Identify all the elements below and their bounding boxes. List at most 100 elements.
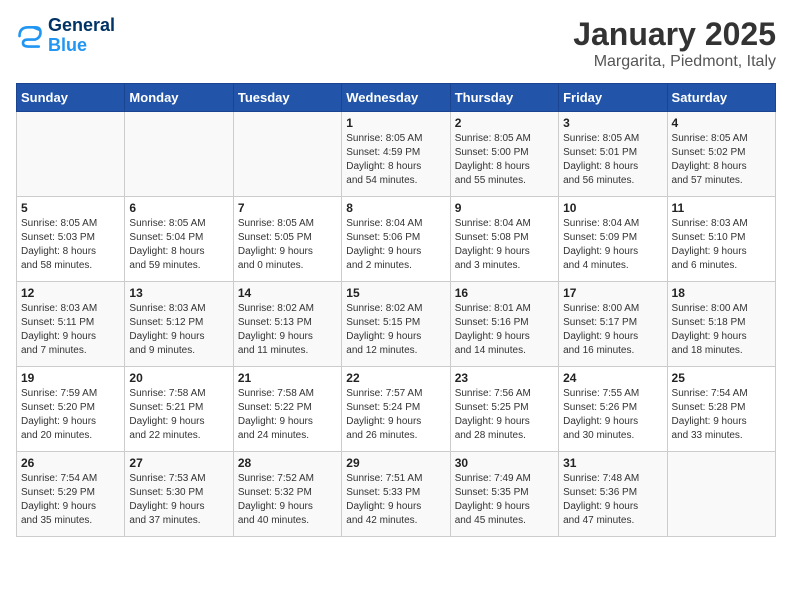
day-number: 13 (129, 286, 228, 300)
calendar-cell: 30Sunrise: 7:49 AM Sunset: 5:35 PM Dayli… (450, 452, 558, 537)
day-info: Sunrise: 7:56 AM Sunset: 5:25 PM Dayligh… (455, 387, 554, 443)
day-info: Sunrise: 8:03 AM Sunset: 5:10 PM Dayligh… (672, 217, 771, 273)
day-number: 23 (455, 371, 554, 385)
day-number: 12 (21, 286, 120, 300)
day-info: Sunrise: 8:04 AM Sunset: 5:08 PM Dayligh… (455, 217, 554, 273)
day-info: Sunrise: 8:03 AM Sunset: 5:11 PM Dayligh… (21, 302, 120, 358)
calendar-cell: 16 Sunrise: 8:01 AM Sunset: 5:16 PM Dayli… (450, 282, 558, 367)
day-info: Sunrise: 7:58 AM Sunset: 5:22 PM Dayligh… (238, 387, 337, 443)
day-info: Sunrise: 7:52 AM Sunset: 5:32 PM Dayligh… (238, 472, 337, 528)
day-number: 29 (346, 456, 445, 470)
day-info: Sunrise: 7:49 AM Sunset: 5:35 PM Dayligh… (455, 472, 554, 528)
calendar-cell: 31 Sunrise: 7:48 AM Sunset: 5:36 PM Dayli… (559, 452, 667, 537)
day-info: Sunrise: 8:00 AM Sunset: 5:18 PM Dayligh… (672, 302, 771, 358)
day-info: Sunrise: 8:05 AM Sunset: 5:01 PM Dayligh… (563, 132, 662, 188)
day-info: Sunrise: 7:48 AM Sunset: 5:36 PM Dayligh… (563, 472, 662, 528)
day-number: 28 (238, 456, 337, 470)
day-number: 21 (238, 371, 337, 385)
day-info: Sunrise: 8:01 AM Sunset: 5:16 PM Dayligh… (455, 302, 554, 358)
day-info: Sunrise: 8:05 AM Sunset: 5:00 PM Dayligh… (455, 132, 554, 188)
day-info: Sunrise: 8:04 AM Sunset: 5:06 PM Dayligh… (346, 217, 445, 273)
day-info: Sunrise: 7:57 AM Sunset: 5:24 PM Dayligh… (346, 387, 445, 443)
calendar-cell: 27 Sunrise: 7:53 AM Sunset: 5:30 PM Dayli… (125, 452, 233, 537)
page-title: January 2025 (573, 16, 776, 53)
day-info: Sunrise: 8:05 AM Sunset: 5:05 PM Dayligh… (238, 217, 337, 273)
page-subtitle: Margarita, Piedmont, Italy (573, 53, 776, 71)
calendar-cell: 21 Sunrise: 7:58 AM Sunset: 5:22 PM Dayli… (233, 367, 341, 452)
calendar-cell: 22 Sunrise: 7:57 AM Sunset: 5:24 PM Dayli… (342, 367, 450, 452)
calendar-week-row: 26Sunrise: 7:54 AM Sunset: 5:29 PM Dayli… (17, 452, 776, 537)
calendar-cell: 7Sunrise: 8:05 AM Sunset: 5:05 PM Daylig… (233, 197, 341, 282)
day-number: 11 (672, 201, 771, 215)
calendar-cell: 11 Sunrise: 8:03 AM Sunset: 5:10 PM Dayli… (667, 197, 775, 282)
logo-icon (16, 22, 44, 50)
calendar-cell: 17Sunrise: 8:00 AM Sunset: 5:17 PM Dayli… (559, 282, 667, 367)
logo: General Blue (16, 16, 115, 56)
day-info: Sunrise: 7:59 AM Sunset: 5:20 PM Dayligh… (21, 387, 120, 443)
calendar-cell: 4 Sunrise: 8:05 AM Sunset: 5:02 PM Daylig… (667, 112, 775, 197)
calendar-table: SundayMondayTuesdayWednesdayThursdayFrid… (16, 83, 776, 537)
header-cell: Friday (559, 84, 667, 112)
header-cell: Saturday (667, 84, 775, 112)
header-cell: Tuesday (233, 84, 341, 112)
day-number: 3 (563, 116, 662, 130)
calendar-cell: 8 Sunrise: 8:04 AM Sunset: 5:06 PM Daylig… (342, 197, 450, 282)
day-info: Sunrise: 8:04 AM Sunset: 5:09 PM Dayligh… (563, 217, 662, 273)
calendar-week-row: 19 Sunrise: 7:59 AM Sunset: 5:20 PM Dayli… (17, 367, 776, 452)
day-info: Sunrise: 7:53 AM Sunset: 5:30 PM Dayligh… (129, 472, 228, 528)
day-number: 16 (455, 286, 554, 300)
day-number: 1 (346, 116, 445, 130)
calendar-body: 1Sunrise: 8:05 AM Sunset: 4:59 PM Daylig… (17, 112, 776, 537)
calendar-cell: 18 Sunrise: 8:00 AM Sunset: 5:18 PM Dayli… (667, 282, 775, 367)
header-cell: Thursday (450, 84, 558, 112)
day-info: Sunrise: 8:02 AM Sunset: 5:13 PM Dayligh… (238, 302, 337, 358)
day-number: 10 (563, 201, 662, 215)
day-info: Sunrise: 8:05 AM Sunset: 5:03 PM Dayligh… (21, 217, 120, 273)
calendar-cell (17, 112, 125, 197)
calendar-cell: 13 Sunrise: 8:03 AM Sunset: 5:12 PM Dayli… (125, 282, 233, 367)
calendar-cell: 12 Sunrise: 8:03 AM Sunset: 5:11 PM Dayli… (17, 282, 125, 367)
day-number: 2 (455, 116, 554, 130)
calendar-cell: 9 Sunrise: 8:04 AM Sunset: 5:08 PM Daylig… (450, 197, 558, 282)
calendar-week-row: 1Sunrise: 8:05 AM Sunset: 4:59 PM Daylig… (17, 112, 776, 197)
calendar-cell: 2 Sunrise: 8:05 AM Sunset: 5:00 PM Daylig… (450, 112, 558, 197)
logo-text: General Blue (48, 16, 115, 56)
day-number: 20 (129, 371, 228, 385)
calendar-cell: 26Sunrise: 7:54 AM Sunset: 5:29 PM Dayli… (17, 452, 125, 537)
calendar-cell: 14 Sunrise: 8:02 AM Sunset: 5:13 PM Dayli… (233, 282, 341, 367)
calendar-cell (233, 112, 341, 197)
day-number: 8 (346, 201, 445, 215)
calendar-week-row: 12 Sunrise: 8:03 AM Sunset: 5:11 PM Dayli… (17, 282, 776, 367)
day-info: Sunrise: 7:54 AM Sunset: 5:28 PM Dayligh… (672, 387, 771, 443)
day-number: 6 (129, 201, 228, 215)
day-number: 19 (21, 371, 120, 385)
day-number: 9 (455, 201, 554, 215)
day-number: 27 (129, 456, 228, 470)
calendar-cell: 28 Sunrise: 7:52 AM Sunset: 5:32 PM Dayli… (233, 452, 341, 537)
day-number: 17 (563, 286, 662, 300)
day-info: Sunrise: 8:03 AM Sunset: 5:12 PM Dayligh… (129, 302, 228, 358)
calendar-cell: 5Sunrise: 8:05 AM Sunset: 5:03 PM Daylig… (17, 197, 125, 282)
calendar-header: SundayMondayTuesdayWednesdayThursdayFrid… (17, 84, 776, 112)
day-number: 4 (672, 116, 771, 130)
header-row: SundayMondayTuesdayWednesdayThursdayFrid… (17, 84, 776, 112)
calendar-cell: 19 Sunrise: 7:59 AM Sunset: 5:20 PM Dayli… (17, 367, 125, 452)
day-number: 31 (563, 456, 662, 470)
header-cell: Monday (125, 84, 233, 112)
header-cell: Wednesday (342, 84, 450, 112)
day-number: 18 (672, 286, 771, 300)
day-info: Sunrise: 7:55 AM Sunset: 5:26 PM Dayligh… (563, 387, 662, 443)
day-number: 22 (346, 371, 445, 385)
day-info: Sunrise: 7:51 AM Sunset: 5:33 PM Dayligh… (346, 472, 445, 528)
day-info: Sunrise: 8:05 AM Sunset: 5:04 PM Dayligh… (129, 217, 228, 273)
calendar-cell: 6 Sunrise: 8:05 AM Sunset: 5:04 PM Daylig… (125, 197, 233, 282)
calendar-cell: 20Sunrise: 7:58 AM Sunset: 5:21 PM Dayli… (125, 367, 233, 452)
calendar-cell: 24Sunrise: 7:55 AM Sunset: 5:26 PM Dayli… (559, 367, 667, 452)
day-number: 14 (238, 286, 337, 300)
header-cell: Sunday (17, 84, 125, 112)
calendar-cell: 29 Sunrise: 7:51 AM Sunset: 5:33 PM Dayli… (342, 452, 450, 537)
calendar-cell: 25Sunrise: 7:54 AM Sunset: 5:28 PM Dayli… (667, 367, 775, 452)
day-info: Sunrise: 8:05 AM Sunset: 5:02 PM Dayligh… (672, 132, 771, 188)
calendar-cell: 3 Sunrise: 8:05 AM Sunset: 5:01 PM Daylig… (559, 112, 667, 197)
calendar-week-row: 5Sunrise: 8:05 AM Sunset: 5:03 PM Daylig… (17, 197, 776, 282)
